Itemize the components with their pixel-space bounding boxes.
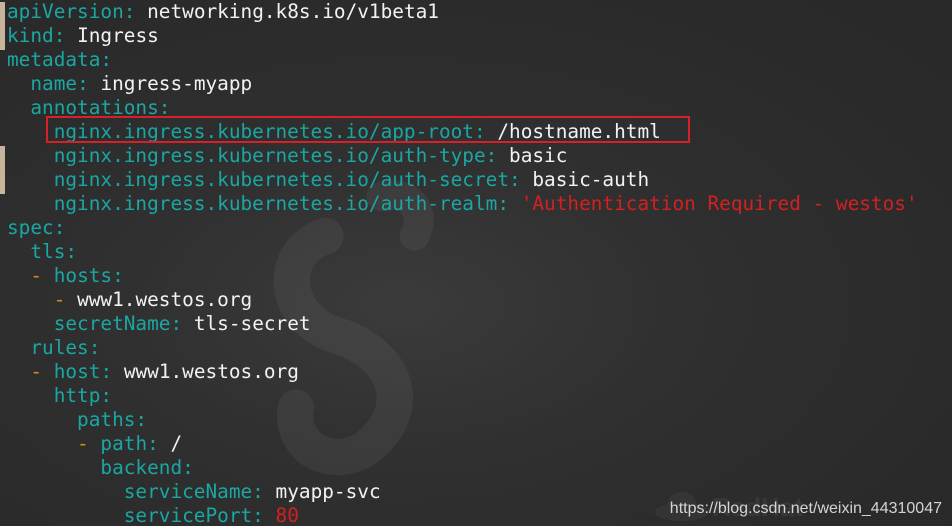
code-line: name: ingress-myapp — [7, 72, 918, 96]
yaml-key: apiVersion — [7, 0, 124, 23]
yaml-value: basic — [509, 144, 568, 167]
yaml-key: hosts — [53, 264, 113, 287]
code-line: spec: — [7, 216, 918, 240]
yaml-value: / — [170, 432, 183, 455]
yaml-key: tls — [30, 240, 66, 263]
colon: : — [88, 336, 101, 359]
colon: : — [77, 72, 89, 95]
yaml-key: name — [30, 72, 78, 95]
yaml-value: www1.westos.org — [123, 360, 299, 383]
colon: : — [147, 432, 159, 455]
yaml-key: nginx.ingress.kubernetes.io/auth-secret — [53, 168, 509, 191]
code-line: - www1.westos.org — [7, 288, 918, 312]
colon: : — [509, 168, 521, 191]
list-dash: - — [30, 360, 43, 383]
colon: : — [252, 504, 264, 526]
colon: : — [65, 240, 78, 263]
yaml-string-value: 80 — [275, 504, 299, 526]
code-line: apiVersion: networking.k8s.io/v1beta1 — [7, 0, 918, 24]
yaml-value: basic-auth — [532, 168, 650, 191]
list-dash: - — [30, 264, 43, 287]
yaml-key: kind — [7, 24, 54, 47]
code-line: paths: — [7, 408, 918, 432]
colon: : — [100, 384, 113, 407]
colon: : — [170, 312, 183, 335]
colon: : — [100, 48, 113, 71]
code-line: kind: Ingress — [7, 24, 918, 48]
code-line: http: — [7, 384, 918, 408]
code-line: backend: — [7, 456, 918, 480]
yaml-key: secretName — [53, 312, 171, 335]
colon: : — [497, 192, 510, 215]
terminal-window: apiVersion: networking.k8s.io/v1beta1 kin… — [0, 0, 952, 526]
yaml-key: nginx.ingress.kubernetes.io/auth-type — [53, 144, 486, 167]
code-line: nginx.ingress.kubernetes.io/auth-realm: … — [7, 192, 918, 216]
colon: : — [100, 360, 113, 383]
colon: : — [252, 480, 264, 503]
yaml-key: serviceName — [123, 480, 253, 503]
yaml-key: http — [53, 384, 101, 407]
yaml-key: rules — [30, 336, 89, 359]
yaml-value: networking.k8s.io/v1beta1 — [147, 0, 439, 23]
colon: : — [135, 408, 148, 431]
colon: : — [53, 24, 66, 47]
yaml-value: Ingress — [77, 24, 159, 47]
yaml-key: spec — [7, 216, 54, 239]
yaml-key: backend — [100, 456, 183, 479]
list-dash: - — [77, 432, 89, 455]
yaml-value: www1.westos.org — [77, 288, 253, 311]
yaml-key: host — [53, 360, 101, 383]
gutter-marker — [0, 2, 5, 50]
yaml-key: metadata — [7, 48, 101, 71]
code-line: rules: — [7, 336, 918, 360]
code-line: nginx.ingress.kubernetes.io/auth-type: b… — [7, 144, 918, 168]
yaml-value: tls-secret — [193, 312, 311, 335]
code-line: tls: — [7, 240, 918, 264]
colon: : — [182, 456, 194, 479]
blog-url-watermark: https://blog.csdn.net/weixin_44310047 — [669, 500, 942, 517]
yaml-string-value: 'Authentication Required - westos' — [520, 192, 918, 215]
yaml-key: paths — [77, 408, 136, 431]
list-dash: - — [53, 288, 66, 311]
yaml-value: ingress-myapp — [100, 72, 253, 95]
code-line: secretName: tls-secret — [7, 312, 918, 336]
code-line: nginx.ingress.kubernetes.io/auth-secret:… — [7, 168, 918, 192]
highlight-box-app-root — [46, 116, 690, 143]
yaml-key: servicePort — [123, 504, 253, 526]
yaml-key: path — [100, 432, 148, 455]
colon: : — [53, 216, 66, 239]
yaml-code-block: apiVersion: networking.k8s.io/v1beta1 kin… — [7, 0, 918, 526]
code-line: - path: / — [7, 432, 918, 456]
yaml-key: nginx.ingress.kubernetes.io/auth-realm — [53, 192, 498, 215]
code-line: metadata: — [7, 48, 918, 72]
code-line: - host: www1.westos.org — [7, 360, 918, 384]
gutter-marker — [0, 146, 5, 194]
colon: : — [485, 144, 498, 167]
colon: : — [112, 264, 124, 287]
yaml-value: myapp-svc — [275, 480, 381, 503]
colon: : — [123, 0, 136, 23]
code-line: - hosts: — [7, 264, 918, 288]
